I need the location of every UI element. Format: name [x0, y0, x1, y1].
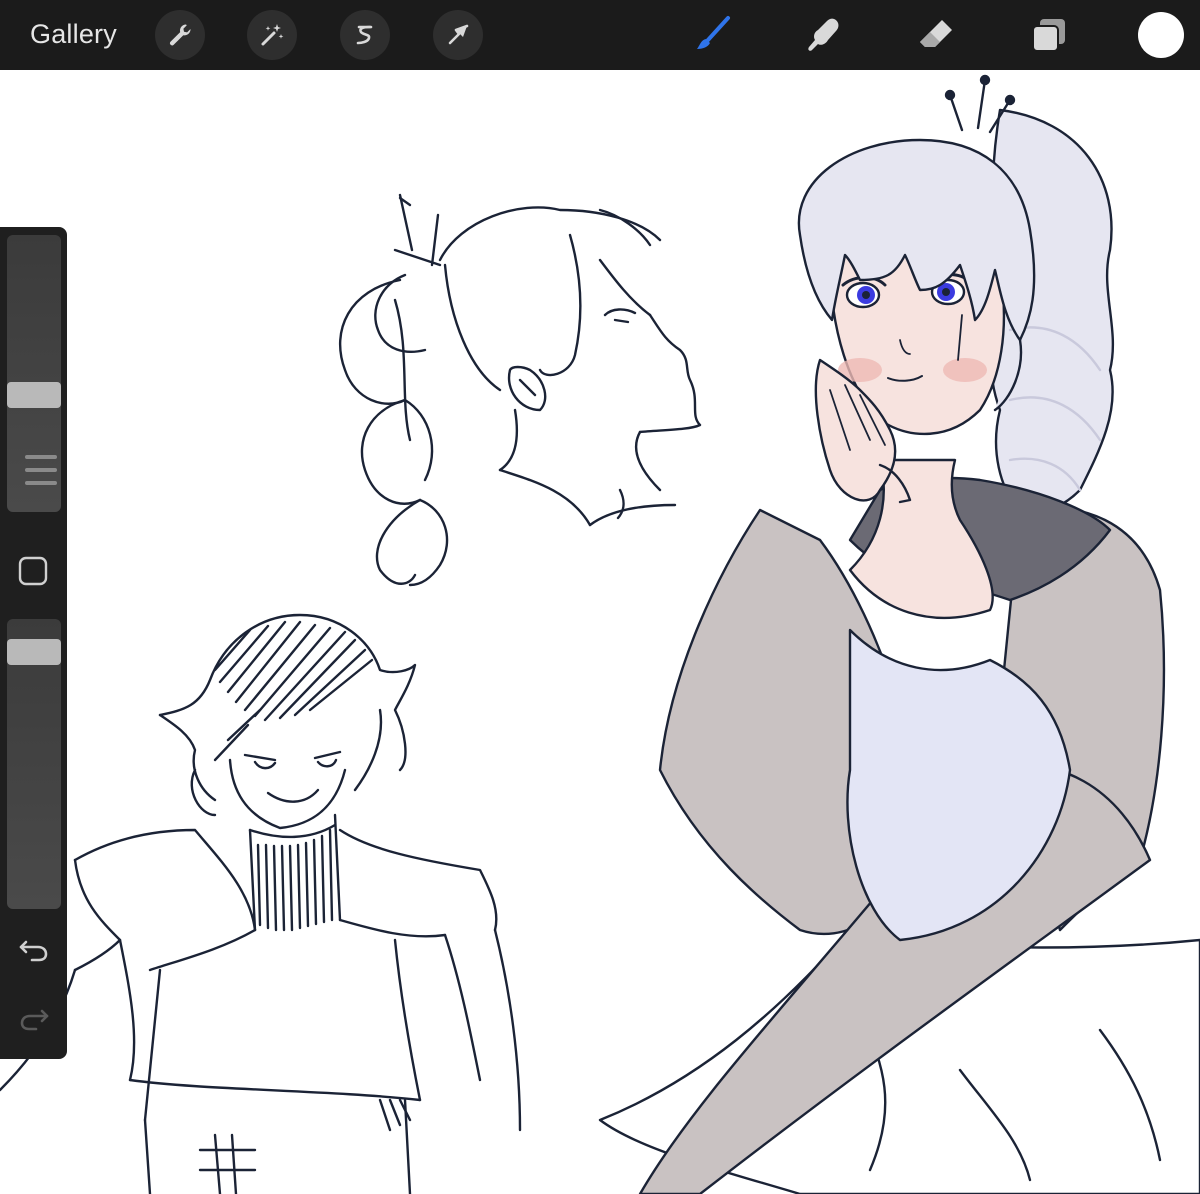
selection-button[interactable] — [340, 10, 390, 60]
arrow-cursor-icon — [448, 24, 469, 45]
gallery-button[interactable]: Gallery — [30, 19, 117, 50]
slider-grip-line — [25, 468, 57, 472]
color-picker-button[interactable] — [1138, 12, 1184, 58]
brush-icon — [697, 16, 730, 49]
drawing-canvas[interactable] — [0, 70, 1200, 1194]
slider-grip-line — [25, 481, 57, 485]
man-sketch — [0, 613, 522, 1194]
adjustments-button[interactable] — [247, 10, 297, 60]
eraser-icon — [920, 20, 952, 47]
layers-button[interactable] — [1024, 10, 1074, 60]
left-sidebar — [0, 227, 67, 1059]
top-toolbar: Gallery — [0, 0, 1200, 70]
layers-icon — [1032, 19, 1065, 52]
wrench-icon — [169, 24, 191, 46]
redo-arrow-icon — [20, 1009, 49, 1031]
procreate-app: Gallery — [0, 0, 1200, 1194]
profile-sketch — [339, 193, 702, 587]
slider-grip-line — [25, 455, 57, 459]
smudge-finger-icon — [808, 18, 839, 51]
canvas-artwork — [0, 74, 1200, 1194]
eraser-button[interactable] — [911, 10, 961, 60]
brush-button[interactable] — [688, 10, 738, 60]
brush-size-thumb[interactable] — [7, 382, 61, 408]
undo-button[interactable] — [18, 932, 50, 964]
square-icon — [18, 556, 48, 586]
magic-wand-icon — [261, 24, 284, 46]
modify-button[interactable] — [18, 556, 48, 586]
actions-button[interactable] — [155, 10, 205, 60]
brush-opacity-thumb[interactable] — [7, 639, 61, 665]
selection-s-icon — [356, 25, 373, 45]
brush-opacity-slider[interactable] — [7, 619, 61, 909]
smudge-button[interactable] — [798, 10, 848, 60]
transform-button[interactable] — [433, 10, 483, 60]
colored-character — [598, 74, 1200, 1194]
redo-button[interactable] — [18, 1001, 50, 1033]
brush-size-slider[interactable] — [7, 235, 61, 512]
undo-arrow-icon — [19, 940, 48, 962]
